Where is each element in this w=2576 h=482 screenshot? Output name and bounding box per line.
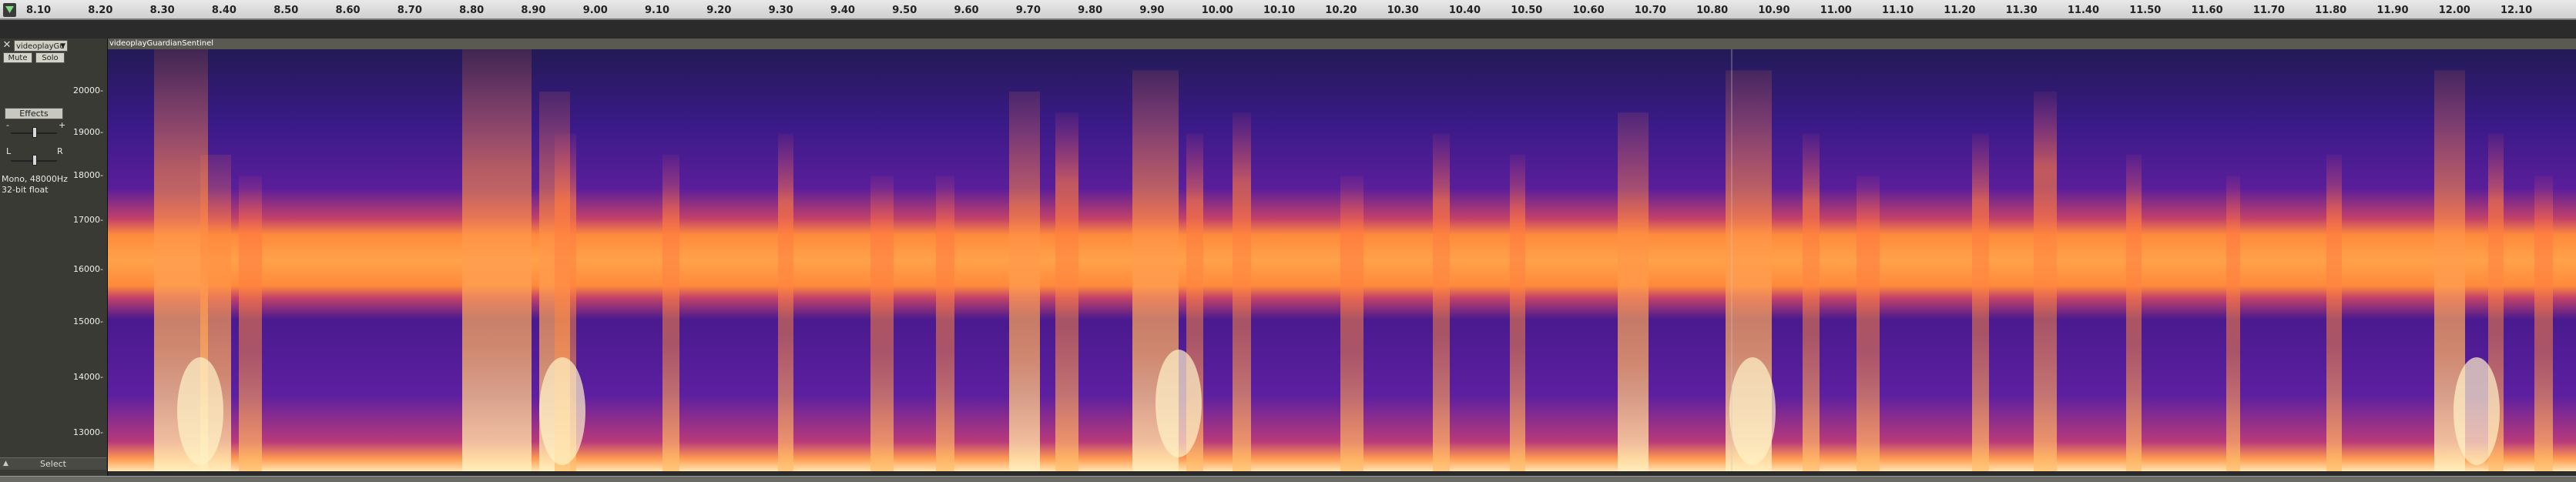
ruler-tick-label: 11.60 [2191, 5, 2223, 16]
spectral-burst [662, 155, 679, 471]
ruler-tick-label: 10.00 [1201, 5, 1233, 16]
ruler-tick-label: 9.40 [830, 5, 855, 16]
timeline-ruler[interactable]: 8.10 8.20 8.30 8.40 8.50 8.60 8.70 8.80 8.90 9.00… [0, 0, 2576, 20]
mute-button[interactable]: Mute [3, 52, 32, 63]
ruler-tick-label: 8.20 [88, 5, 113, 16]
ruler-tick-label: 9.60 [954, 5, 979, 16]
ruler-tick-label: 11.40 [2067, 5, 2100, 16]
ruler-tick-label: 9.10 [645, 5, 670, 16]
spectral-burst [1803, 133, 1820, 471]
ruler-tick-label: 10.10 [1263, 5, 1296, 16]
frequency-label: 15000- [73, 316, 103, 326]
ruler-tick-label: 9.90 [1139, 5, 1165, 16]
ruler-tick-label: 12.00 [2438, 5, 2470, 16]
spectral-hotspot [1729, 357, 1776, 465]
frequency-label: 20000- [73, 85, 103, 95]
spectral-hotspot [177, 357, 223, 465]
ruler-tick-label: 11.90 [2376, 5, 2409, 16]
ruler-tick-label: 8.50 [273, 5, 299, 16]
track-name-label: videoplayGu [16, 42, 65, 51]
gain-minus-label: - [6, 120, 9, 130]
ruler-tick-label: 10.60 [1572, 5, 1605, 16]
ruler-tick-label: 9.30 [768, 5, 793, 16]
pan-slider-thumb[interactable] [32, 155, 37, 166]
ruler-tick-label: 9.20 [706, 5, 732, 16]
frequency-label: 19000- [73, 127, 103, 137]
gain-slider-thumb[interactable] [32, 127, 37, 138]
spectral-burst [1340, 176, 1363, 471]
pan-right-label: R [57, 146, 63, 156]
spectral-burst [239, 176, 262, 471]
spectral-burst [2534, 176, 2553, 471]
spectrogram-view[interactable] [108, 49, 2576, 471]
collapse-triangle-icon[interactable]: ▲ [3, 460, 8, 467]
spectral-burst [2326, 155, 2342, 471]
spectral-burst [936, 176, 954, 471]
frequency-label: 18000- [73, 170, 103, 180]
effects-button[interactable]: Effects [5, 108, 63, 119]
spectral-hotspot [539, 357, 585, 465]
play-head-marker[interactable] [3, 3, 16, 17]
track-header[interactable]: videoplayGuardianSentinel [108, 38, 2576, 50]
ruler-tick-label: 10.80 [1696, 5, 1729, 16]
chevron-down-icon: ▼ [60, 42, 65, 50]
ruler-tick-label: 9.50 [892, 5, 917, 16]
ruler-tick-label: 11.50 [2129, 5, 2162, 16]
ruler-tick-label: 11.80 [2315, 5, 2347, 16]
ruler-tick-label: 11.30 [2005, 5, 2038, 16]
ruler-tick-label: 8.10 [26, 5, 52, 16]
frequency-label: 17000- [73, 215, 103, 225]
ruler-tick-label: 8.90 [521, 5, 546, 16]
ruler-tick-label: 11.70 [2252, 5, 2285, 16]
gain-plus-label: + [59, 120, 66, 130]
spectral-burst [1009, 91, 1040, 471]
spectrogram-canvas [108, 49, 2576, 471]
ruler-tick-label: 11.00 [1820, 5, 1852, 16]
frequency-label: 16000- [73, 264, 103, 274]
ruler-tick-label: 8.60 [335, 5, 361, 16]
track-title: videoplayGuardianSentinel [109, 39, 214, 48]
spectral-burst [462, 49, 532, 471]
play-triangle-icon [5, 6, 14, 13]
ruler-tick-label: 8.30 [149, 5, 175, 16]
spectral-burst [1433, 133, 1450, 471]
frequency-label: 14000- [73, 372, 103, 382]
ruler-tick-label: 12.10 [2501, 5, 2533, 16]
ruler-tick-label: 8.70 [397, 5, 422, 16]
spectral-burst [1510, 155, 1525, 471]
frequency-scale: 20000- 19000- 18000- 17000- 16000- 15000- 1400… [72, 46, 108, 468]
track-name-menu-button[interactable]: videoplayGu ▼ [14, 40, 68, 52]
spectral-burst [2034, 91, 2057, 471]
pan-left-label: L [6, 146, 12, 156]
spectral-burst [1055, 112, 1078, 471]
spectral-burst [1972, 133, 1989, 471]
solo-button[interactable]: Solo [35, 52, 65, 63]
ruler-tick-label: 10.40 [1448, 5, 1481, 16]
spectral-hotspot [2454, 357, 2500, 465]
ruler-tick-label: 8.80 [459, 5, 485, 16]
ruler-tick-label: 9.70 [1015, 5, 1041, 16]
ruler-tick-label: 8.40 [211, 5, 236, 16]
ruler-tick-label: 10.70 [1634, 5, 1666, 16]
ruler-tick-label: 11.20 [1944, 5, 1976, 16]
spectral-burst [2126, 155, 2142, 471]
spectral-hotspot [1156, 350, 1202, 457]
track-rate-info: Mono, 48000Hz [2, 174, 68, 184]
ruler-tick-label: 10.50 [1511, 5, 1543, 16]
close-icon[interactable]: ✕ [2, 40, 12, 51]
spectral-burst [1233, 112, 1251, 471]
spectral-burst [870, 176, 894, 471]
frequency-label: 13000- [73, 427, 103, 437]
ruler-tick-label: 11.10 [1882, 5, 1914, 16]
ruler-tick-label: 10.20 [1325, 5, 1357, 16]
ruler-tick-label: 10.90 [1758, 5, 1790, 16]
track-format-info: 32-bit float [2, 185, 49, 195]
ruler-tick-label: 9.80 [1078, 5, 1103, 16]
ruler-tick-label: 9.00 [582, 5, 608, 16]
spectral-burst [1857, 176, 1880, 471]
spectral-burst [778, 133, 793, 471]
spectral-burst [2226, 176, 2240, 471]
ruler-tick-label: 10.30 [1387, 5, 1419, 16]
spectral-burst [1618, 112, 1649, 471]
